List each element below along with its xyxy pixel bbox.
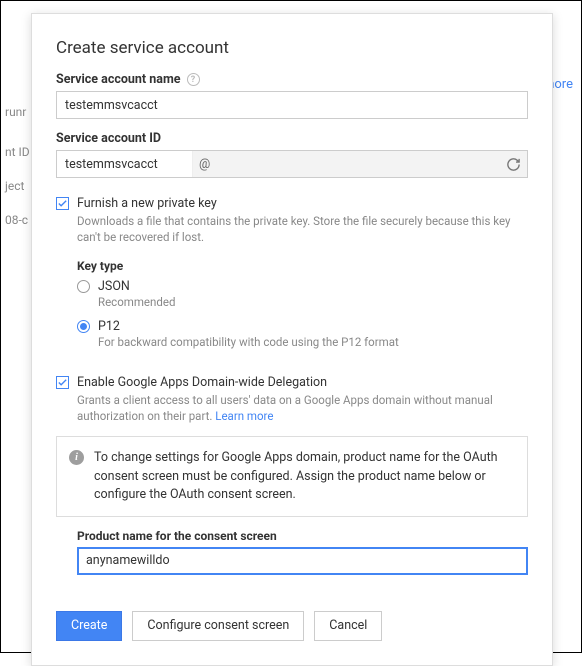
keytype-json-helper: Recommended	[98, 295, 528, 309]
bg-text: ject	[5, 179, 24, 193]
configure-consent-screen-button[interactable]: Configure consent screen	[132, 611, 304, 641]
bg-text: 08-c	[5, 213, 28, 227]
keytype-p12-label: P12	[98, 319, 120, 334]
notice-text: To change settings for Google Apps domai…	[94, 449, 515, 503]
consent-product-name-label: Product name for the consent screen	[77, 529, 528, 543]
keytype-title: Key type	[77, 259, 528, 273]
consent-product-name-input[interactable]	[77, 547, 528, 575]
label-text: Service account name	[56, 72, 181, 87]
label-text: Service account ID	[56, 131, 161, 146]
info-icon: i	[69, 450, 84, 465]
cancel-button[interactable]: Cancel	[314, 611, 382, 641]
refresh-icon[interactable]	[506, 157, 521, 172]
delegation-checkbox[interactable]	[56, 376, 69, 389]
keytype-p12-helper: For backward compatibility with code usi…	[98, 335, 528, 349]
service-account-name-input[interactable]	[56, 91, 528, 119]
at-symbol: @	[199, 157, 210, 172]
delegation-helper: Grants a client access to all users' dat…	[77, 392, 528, 424]
service-account-name-label: Service account name ?	[56, 72, 528, 87]
service-account-id-input[interactable]: testemmsvcacct	[57, 151, 193, 177]
learn-more-link[interactable]: Learn more	[215, 409, 273, 423]
keytype-json-label: JSON	[98, 279, 130, 294]
bg-text: nt ID	[5, 145, 30, 159]
service-account-id-domain: @	[193, 151, 527, 177]
help-icon[interactable]: ?	[187, 73, 200, 86]
furnish-key-helper: Downloads a file that contains the priva…	[77, 213, 528, 245]
notice-box: i To change settings for Google Apps dom…	[56, 436, 528, 516]
create-service-account-dialog: Create service account Service account n…	[31, 13, 553, 666]
service-account-id-row: testemmsvcacct @	[56, 150, 528, 178]
create-button[interactable]: Create	[56, 611, 122, 641]
furnish-key-checkbox[interactable]	[56, 197, 69, 210]
furnish-key-label: Furnish a new private key	[77, 196, 217, 211]
keytype-json-radio[interactable]	[77, 280, 90, 293]
keytype-p12-radio[interactable]	[77, 320, 90, 333]
bg-text: runr	[5, 105, 26, 119]
delegation-label: Enable Google Apps Domain-wide Delegatio…	[77, 375, 327, 390]
delegation-helper-text: Grants a client access to all users' dat…	[77, 393, 493, 423]
service-account-id-label: Service account ID	[56, 131, 528, 146]
dialog-title: Create service account	[56, 38, 528, 58]
